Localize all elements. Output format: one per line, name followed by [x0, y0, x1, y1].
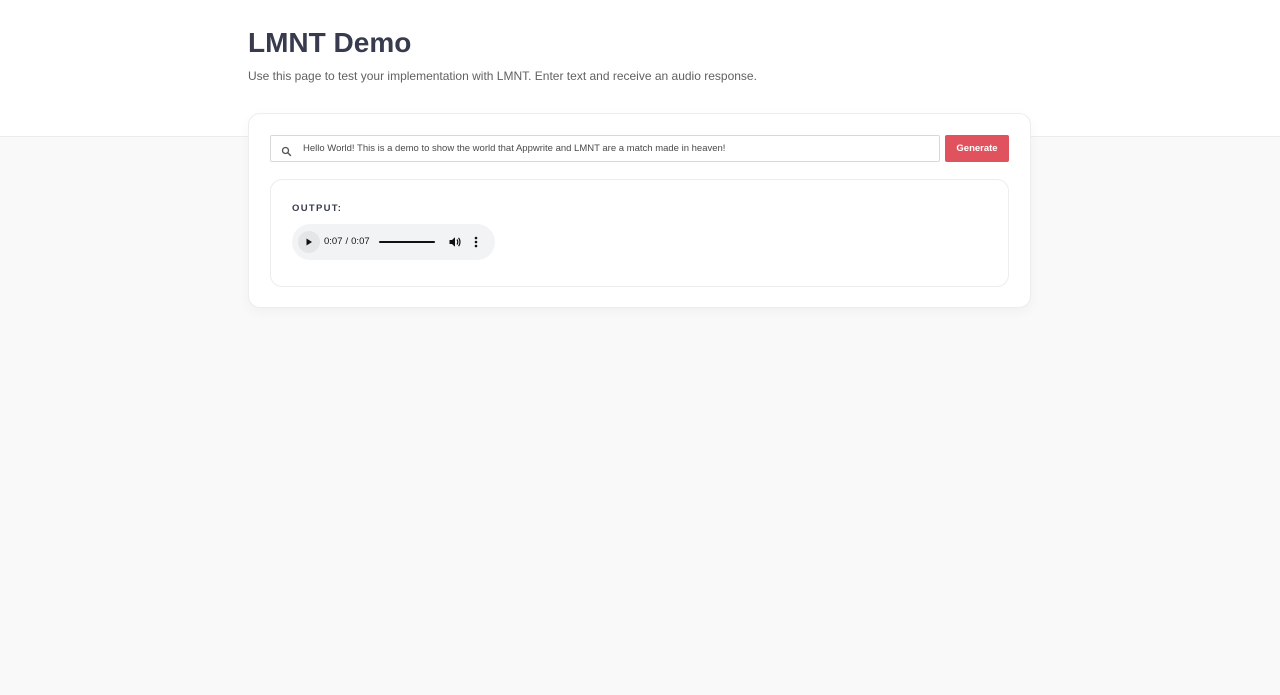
more-vertical-icon [474, 236, 478, 248]
audio-player: 0:07/0:07 [292, 224, 495, 260]
demo-card: Generate OUTPUT: 0:07/0:07 [248, 113, 1031, 308]
volume-icon [449, 237, 461, 247]
search-input[interactable] [303, 136, 933, 161]
volume-button[interactable] [448, 235, 462, 249]
page-subtitle: Use this page to test your implementatio… [248, 69, 757, 83]
page-title: LMNT Demo [248, 27, 412, 58]
more-options-button[interactable] [472, 235, 480, 249]
progress-fill [379, 241, 435, 243]
duration: 0:07 [351, 236, 370, 247]
progress-slider[interactable] [379, 240, 435, 244]
play-button[interactable] [298, 231, 320, 253]
generate-button[interactable]: Generate [945, 135, 1009, 162]
output-label: OUTPUT: [292, 203, 343, 214]
time-display: 0:07/0:07 [324, 236, 370, 247]
current-time: 0:07 [324, 236, 343, 247]
play-icon [306, 238, 312, 246]
search-icon [281, 144, 292, 157]
search-box[interactable] [270, 135, 940, 162]
output-panel: OUTPUT: 0:07/0:07 [270, 179, 1009, 287]
